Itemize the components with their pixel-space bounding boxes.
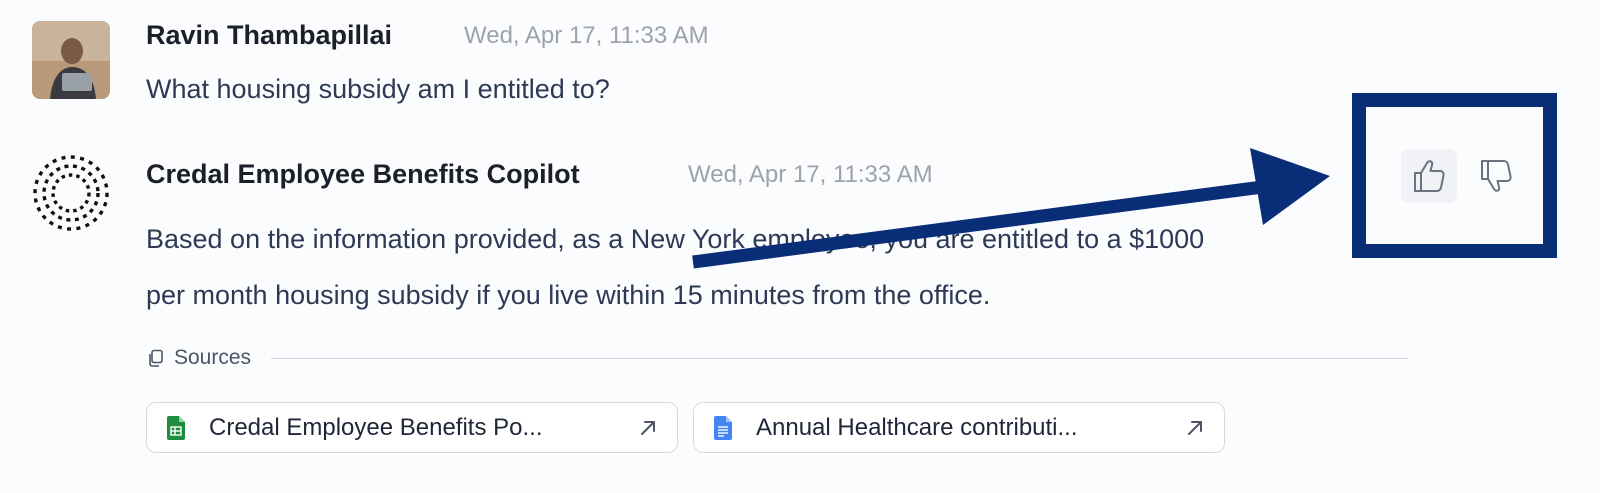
user-author-name: Ravin Thambapillai xyxy=(146,20,393,50)
user-avatar-photo xyxy=(32,21,110,99)
google-sheets-icon xyxy=(167,415,185,440)
copilot-message-text-line-2: per month housing subsidy if you live wi… xyxy=(146,280,991,310)
sources-label: Sources xyxy=(174,346,252,369)
sources-header: Sources xyxy=(146,345,1408,371)
user-message-timestamp: Wed, Apr 17, 11:33 AM xyxy=(464,22,709,49)
source-chip-label: Credal Employee Benefits Po... xyxy=(209,413,543,441)
user-message-text: What housing subsidy am I entitled to? xyxy=(146,74,610,104)
copy-documents-icon xyxy=(149,349,163,367)
copilot-message-text-line-1: Based on the information provided, as a … xyxy=(146,224,1205,254)
source-chip-healthcare-contributions[interactable]: Annual Healthcare contributi... xyxy=(693,402,1225,453)
user-avatar xyxy=(32,21,110,99)
external-link-arrow-icon xyxy=(1188,420,1202,435)
copilot-message-timestamp: Wed, Apr 17, 11:33 AM xyxy=(688,161,933,188)
copilot-avatar-icon xyxy=(31,153,111,233)
annotation-highlight-box xyxy=(1352,93,1557,258)
copilot-author-name: Credal Employee Benefits Copilot xyxy=(146,159,580,189)
google-docs-icon xyxy=(714,415,732,440)
sources-divider xyxy=(271,357,1408,359)
source-chip-label: Annual Healthcare contributi... xyxy=(756,413,1078,441)
external-link-arrow-icon xyxy=(641,420,655,435)
source-chip-benefits-policy[interactable]: Credal Employee Benefits Po... xyxy=(146,402,678,453)
